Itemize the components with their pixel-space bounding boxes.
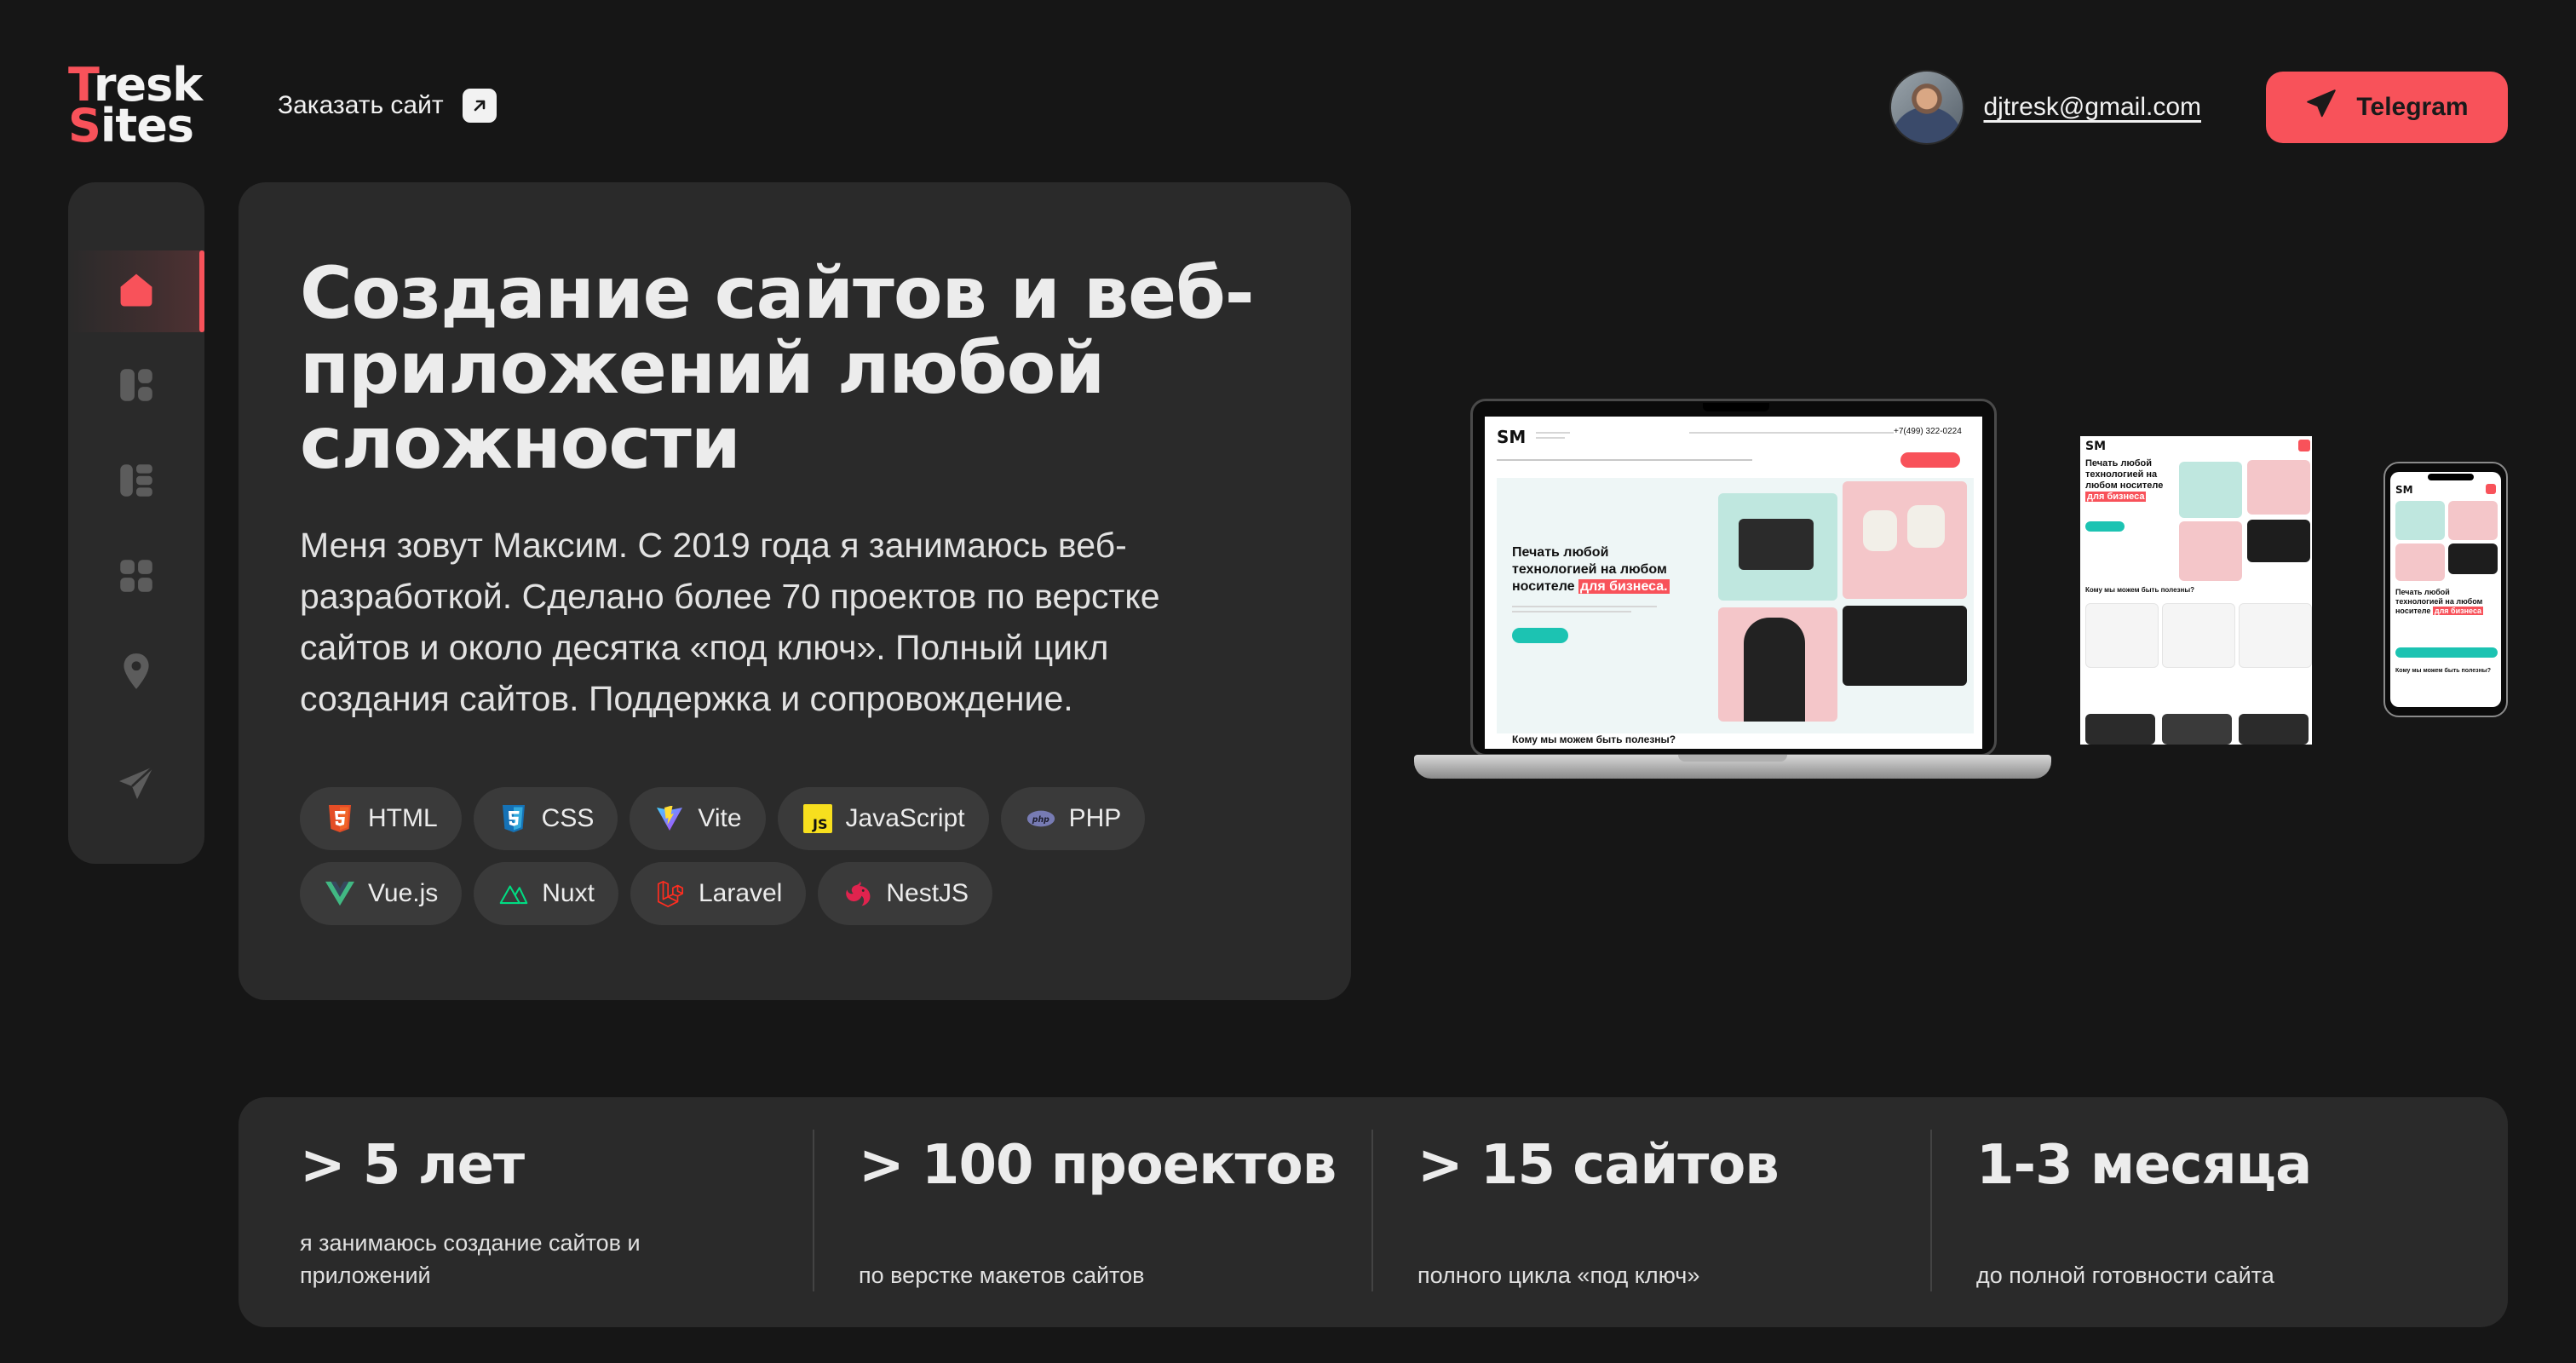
javascript-icon: JS bbox=[802, 804, 832, 833]
sidebar-item-layout[interactable] bbox=[68, 346, 204, 428]
stat-item: > 100 проектов по верстке макетов сайтов bbox=[797, 1097, 1356, 1327]
tag-label: Laravel bbox=[698, 879, 783, 907]
tag-label: Vite bbox=[698, 804, 742, 832]
stat-value: 1-3 месяца bbox=[1976, 1134, 2312, 1197]
logo-accent-letter: S bbox=[68, 99, 101, 152]
tag-label: HTML bbox=[368, 804, 438, 832]
avatar bbox=[1889, 70, 1965, 145]
logo[interactable]: Tresk Sites bbox=[68, 62, 203, 149]
tag-php: php PHP bbox=[1000, 787, 1146, 850]
grid-icon bbox=[115, 555, 158, 601]
tablet-mockup: SM Печать любой технологией на любом нос… bbox=[2080, 436, 2312, 745]
order-site-link[interactable]: Заказать сайт bbox=[278, 89, 497, 123]
hero-description: Меня зовут Максим. С 2019 года я занимаю… bbox=[300, 526, 1160, 718]
vue-icon bbox=[325, 879, 354, 908]
css3-icon bbox=[499, 804, 528, 833]
nestjs-icon bbox=[843, 879, 872, 908]
hero-card: Создание сайтов и веб-приложений любой с… bbox=[239, 182, 1351, 1000]
tag-label: CSS bbox=[541, 804, 595, 832]
mockup-logo: SM bbox=[1497, 427, 1527, 447]
mockup-headline-highlight: для бизнеса. bbox=[1578, 579, 1670, 594]
telegram-button[interactable]: Telegram bbox=[2266, 72, 2508, 143]
email-link[interactable]: djtresk@gmail.com bbox=[1983, 93, 2201, 122]
telegram-label: Telegram bbox=[2356, 93, 2469, 121]
logo-text: ites bbox=[100, 99, 194, 152]
page-title: Создание сайтов и веб-приложений любой с… bbox=[300, 251, 1255, 485]
sidebar-item-list[interactable] bbox=[68, 441, 204, 523]
stat-value: > 15 сайтов bbox=[1417, 1134, 1780, 1197]
laptop-mockup: SM +7(499) 322-0224 Печать любой техноло… bbox=[1470, 399, 1997, 756]
tech-tags: HTML CSS Vite JS JavaScript php PHP Vue.… bbox=[300, 787, 1237, 925]
arrow-up-right-icon bbox=[462, 89, 497, 123]
list-icon bbox=[115, 459, 158, 505]
stat-label: по верстке макетов сайтов bbox=[859, 1262, 1145, 1288]
sidebar-item-location[interactable] bbox=[68, 632, 204, 714]
order-site-label: Заказать сайт bbox=[278, 91, 444, 119]
vite-icon bbox=[655, 804, 684, 833]
tag-nestjs: NestJS bbox=[818, 862, 993, 925]
tag-vite: Vite bbox=[630, 787, 766, 850]
stat-item: 1-3 месяца до полной готовности сайта bbox=[1915, 1097, 2474, 1327]
sidebar-item-home[interactable] bbox=[68, 250, 204, 332]
stat-value: > 5 лет bbox=[300, 1134, 525, 1197]
layout-icon bbox=[115, 364, 158, 410]
stat-value: > 100 проектов bbox=[859, 1134, 1337, 1197]
stats-card: > 5 лет я занимаюсь создание сайтов и пр… bbox=[239, 1097, 2508, 1327]
send-icon bbox=[116, 763, 157, 808]
send-icon bbox=[2305, 88, 2337, 127]
laptop-base bbox=[1414, 755, 2051, 779]
stat-label: полного цикла «под ключ» bbox=[1417, 1262, 1700, 1288]
tag-html: HTML bbox=[300, 787, 462, 850]
tag-vue: Vue.js bbox=[300, 862, 463, 925]
stat-label: я занимаюсь создание сайтов и приложений bbox=[300, 1230, 641, 1288]
mockup-headline: Печать любой bbox=[1512, 545, 1609, 560]
html5-icon bbox=[325, 804, 354, 833]
tag-label: NestJS bbox=[886, 879, 969, 907]
mockup-phone: +7(499) 322-0224 bbox=[1894, 427, 1962, 436]
nuxt-icon bbox=[499, 879, 528, 908]
php-icon: php bbox=[1026, 804, 1055, 833]
tag-laravel: Laravel bbox=[630, 862, 807, 925]
svg-text:JS: JS bbox=[812, 816, 827, 832]
tag-label: JavaScript bbox=[845, 804, 965, 832]
tag-css: CSS bbox=[473, 787, 618, 850]
tag-label: Vue.js bbox=[368, 879, 439, 907]
mockup-headline: носителе bbox=[1512, 579, 1575, 594]
tag-label: Nuxt bbox=[542, 879, 595, 907]
sidebar-item-grid[interactable] bbox=[68, 537, 204, 618]
laptop-display: SM +7(499) 322-0224 Печать любой техноло… bbox=[1485, 417, 1982, 749]
mockup-section-title: Кому мы можем быть полезны? bbox=[1512, 733, 1676, 745]
tag-label: PHP bbox=[1068, 804, 1122, 832]
tag-nuxt: Nuxt bbox=[474, 862, 618, 925]
sidebar-item-contact[interactable] bbox=[68, 745, 204, 826]
home-icon bbox=[114, 267, 158, 315]
stat-item: > 5 лет я занимаюсь создание сайтов и пр… bbox=[239, 1097, 797, 1327]
phone-mockup: SM Печать любой технологией на любом нос… bbox=[2383, 462, 2508, 717]
mockup-headline: технологией на любом bbox=[1512, 562, 1667, 577]
contact-block: djtresk@gmail.com bbox=[1889, 70, 2201, 145]
stat-item: > 15 сайтов полного цикла «под ключ» bbox=[1356, 1097, 1915, 1327]
stat-label: до полной готовности сайта bbox=[1976, 1262, 2274, 1288]
laravel-icon bbox=[656, 879, 685, 908]
sidebar bbox=[68, 182, 204, 864]
tag-javascript: JS JavaScript bbox=[777, 787, 989, 850]
phone-display: SM Печать любой технологией на любом нос… bbox=[2390, 472, 2501, 707]
location-pin-icon bbox=[115, 650, 158, 696]
svg-text:php: php bbox=[1031, 815, 1049, 825]
